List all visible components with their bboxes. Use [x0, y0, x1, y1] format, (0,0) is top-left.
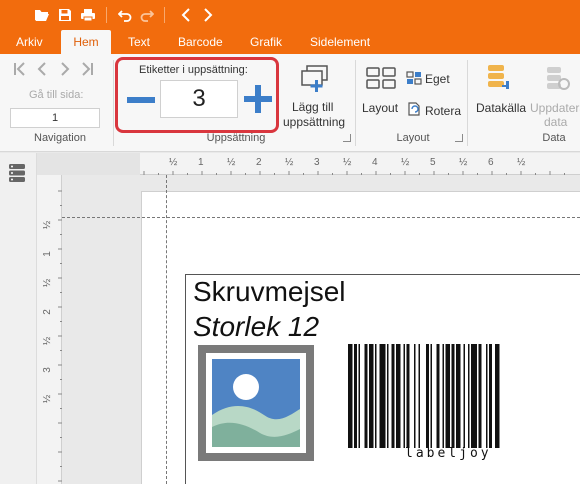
print-icon[interactable] — [78, 5, 98, 25]
margin-guide-horizontal — [62, 217, 580, 218]
data-panel-icon[interactable] — [8, 163, 26, 188]
ruler-h-label: 6 — [488, 157, 494, 168]
datasource-label[interactable]: Datakälla — [476, 101, 526, 115]
tab-text[interactable]: Text — [124, 30, 154, 54]
ruler-h-label: ½ — [343, 157, 352, 168]
ruler-h-label: 4 — [372, 157, 378, 168]
add-set-label-1: Lägg till — [292, 100, 334, 114]
forward-icon[interactable] — [198, 5, 218, 25]
back-icon[interactable] — [176, 5, 196, 25]
open-folder-icon[interactable] — [32, 5, 52, 25]
label-subtitle-text[interactable]: Storlek 12 — [193, 311, 319, 343]
update-data-label-2: data — [544, 115, 568, 129]
update-data-icon[interactable] — [545, 65, 571, 98]
ruler-h-label: ½ — [459, 157, 468, 168]
ruler-h-label: 5 — [430, 157, 436, 168]
layout-button-label[interactable]: Layout — [362, 101, 398, 115]
ruler-v-label: 3 — [42, 367, 53, 373]
custom-layout-icon[interactable] — [406, 71, 422, 90]
highlight-box — [115, 57, 279, 133]
ruler-h-label: 2 — [256, 157, 262, 168]
app-window: Arkiv Hem Text Barcode Grafik Sidelement… — [0, 0, 580, 484]
tab-hem[interactable]: Hem — [61, 30, 111, 54]
ruler-v-label: ½ — [42, 278, 53, 287]
margin-guide-vertical — [166, 175, 167, 484]
setup-dialog-launcher-icon[interactable] — [343, 134, 351, 142]
vertical-ruler: ½ 1 ½ 2 ½ 3 ½ — [37, 175, 62, 484]
rotate-label[interactable]: Rotera — [425, 104, 461, 118]
ribbon: Gå till sida: 1 Navigation Etiketter i u… — [0, 54, 580, 152]
tab-grafik[interactable]: Grafik — [246, 30, 286, 54]
layout-icon[interactable] — [366, 67, 396, 94]
goto-page-input[interactable]: 1 — [10, 108, 100, 128]
layout-dialog-launcher-icon[interactable] — [455, 134, 463, 142]
ruler-v-label: 1 — [42, 251, 53, 257]
ruler-h-label: 3 — [314, 157, 320, 168]
title-bar — [0, 0, 580, 30]
horizontal-ruler: ½ 1 ½ 2 ½ 3 ½ 4 ½ 5 ½ 6 ½ — [140, 153, 580, 175]
rotate-icon[interactable] — [406, 101, 422, 122]
previous-page-icon[interactable] — [37, 62, 47, 80]
ruler-corner — [37, 153, 140, 175]
last-page-icon[interactable] — [82, 62, 94, 80]
label-title-text[interactable]: Skruvmejsel — [193, 276, 345, 308]
custom-layout-label[interactable]: Eget — [425, 72, 450, 86]
undo-icon[interactable] — [115, 5, 135, 25]
ruler-v-label: ½ — [42, 220, 53, 229]
image-placeholder-icon[interactable] — [198, 345, 314, 461]
ruler-h-label: ½ — [517, 157, 526, 168]
tab-barcode[interactable]: Barcode — [174, 30, 227, 54]
ruler-h-label: ½ — [401, 157, 410, 168]
left-panel — [0, 153, 37, 484]
add-set-label-2: uppsättning — [283, 115, 346, 129]
ruler-h-label: ½ — [285, 157, 294, 168]
ruler-h-label: ½ — [227, 157, 236, 168]
datasource-icon[interactable] — [486, 63, 512, 98]
barcode-text: labeljoy — [405, 446, 492, 461]
goto-page-label: Gå till sida: — [29, 89, 84, 101]
ruler-v-label: ½ — [42, 336, 53, 345]
tab-sidelement[interactable]: Sidelement — [306, 30, 374, 54]
first-page-icon[interactable] — [13, 62, 25, 80]
group-label-navigation: Navigation — [34, 132, 86, 144]
ruler-v-label: ½ — [42, 394, 53, 403]
ruler-h-label: 1 — [198, 157, 204, 168]
add-set-icon[interactable] — [299, 64, 331, 99]
ribbon-tab-bar: Arkiv Hem Text Barcode Grafik Sidelement — [0, 30, 580, 54]
redo-icon[interactable] — [137, 5, 157, 25]
group-label-layout: Layout — [396, 132, 430, 144]
ruler-v-label: 2 — [42, 309, 53, 315]
next-page-icon[interactable] — [60, 62, 70, 80]
barcode[interactable] — [346, 344, 566, 448]
group-label-setup: Uppsättning — [206, 132, 266, 144]
ruler-h-label: ½ — [169, 157, 178, 168]
tab-arkiv[interactable]: Arkiv — [12, 30, 47, 54]
save-icon[interactable] — [55, 5, 75, 25]
group-label-data: Data — [542, 132, 566, 144]
update-data-label-1: Uppdatera — [530, 101, 580, 115]
